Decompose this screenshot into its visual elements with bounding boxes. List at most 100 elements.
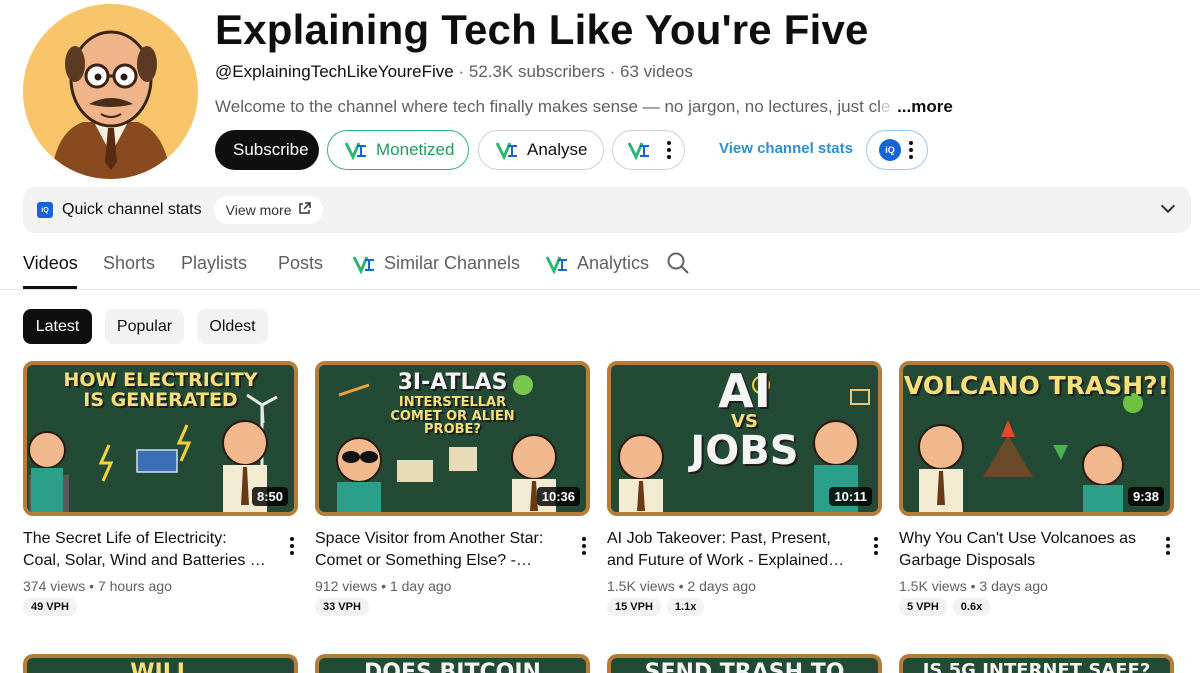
filter-latest[interactable]: Latest [23,309,92,344]
vidiq-logo-icon [352,254,376,275]
vidiq-iq-icon: iQ [879,139,901,161]
vidiq-logo-icon [495,140,519,161]
video-thumbnail-partial[interactable]: WILL [23,654,298,673]
video-age: 1 day ago [389,578,452,594]
video-title[interactable]: AI Job Takeover: Past, Present, and Futu… [607,528,852,572]
kebab-menu-icon [909,141,913,159]
video-kebab-menu-icon[interactable] [576,535,592,557]
video-duration: 9:38 [1127,487,1164,506]
vph-badge: 5 VPH [899,598,947,616]
video-title[interactable]: The Secret Life of Electricity: Coal, So… [23,528,268,572]
quick-stats-title: Quick channel stats [62,201,202,218]
monetized-button[interactable]: Monetized [327,130,469,170]
video-views: 912 views [315,578,378,594]
channel-handle[interactable]: @ExplainingTechLikeYoureFive [215,62,454,81]
view-channel-stats-link[interactable]: View channel stats [719,140,853,157]
kebab-menu-icon [667,141,671,159]
vph-badge: 33 VPH [315,598,369,616]
subscriber-count: 52.3K subscribers [468,62,605,81]
tab-videos[interactable]: Videos [23,253,78,274]
vidiq-iq-icon: iQ [37,202,53,218]
video-age: 7 hours ago [97,578,172,594]
subscribe-label: Subscribe [233,140,309,159]
description-faded-text: e [880,97,891,116]
meta-separator: · [458,62,469,81]
video-badges: 49 VPH [23,598,298,616]
filter-oldest[interactable]: Oldest [197,309,268,344]
channel-title: Explaining Tech Like You're Five [215,6,869,53]
video-title[interactable]: Why You Can't Use Volcanoes as Garbage D… [899,528,1144,572]
video-stats: 1.5K views • 2 days ago [607,578,756,594]
thumbnail-caption: DOES BITCOIN [364,660,541,673]
video-kebab-menu-icon[interactable] [284,535,300,557]
tab-posts[interactable]: Posts [278,253,323,274]
video-kebab-menu-icon[interactable] [1160,535,1176,557]
vidiq-logo-icon [344,140,368,161]
video-age: 3 days ago [979,578,1048,594]
view-more-button[interactable]: View more [213,196,323,224]
video-views: 1.5K views [607,578,675,594]
thumbnail-caption: HOW ELECTRICITY IS GENERATED [63,369,258,411]
analyse-button[interactable]: Analyse [478,130,604,170]
video-views: 374 views [23,578,86,594]
vidiq-logo-icon [627,140,651,161]
search-icon[interactable] [667,252,689,274]
outlier-badge: 1.1x [666,598,705,616]
video-badges: 5 VPH 0.6x [899,598,1174,616]
channel-avatar[interactable] [23,4,198,179]
meta-separator: · [609,62,621,81]
video-stats: 912 views • 1 day ago [315,578,452,594]
monetized-label: Monetized [376,140,455,159]
channel-description[interactable]: Welcome to the channel where tech finall… [215,97,953,117]
view-more-label: View more [225,202,292,218]
tab-shorts[interactable]: Shorts [103,253,155,274]
video-thumbnail-partial[interactable]: SEND TRASH TO [607,654,882,673]
external-link-icon [298,202,311,218]
vidiq-more-button[interactable] [612,130,685,170]
vidiq-logo-icon [545,254,569,275]
video-thumbnail-partial[interactable]: DOES BITCOIN [315,654,590,673]
video-thumbnail[interactable]: HOW ELECTRICITY IS GENERATED 8:50 [23,361,298,516]
video-badges: 33 VPH [315,598,590,616]
more-link[interactable]: ...more [897,97,953,116]
video-title[interactable]: Space Visitor from Another Star: Comet o… [315,528,560,572]
thumbnail-caption: AI VS JOBS [690,364,799,475]
tabs-divider [0,289,1200,290]
tab-analytics[interactable]: Analytics [545,253,650,275]
filter-popular[interactable]: Popular [105,309,184,344]
vph-badge: 49 VPH [23,598,77,616]
quick-channel-stats-bar[interactable]: iQ Quick channel stats View more [23,187,1191,233]
video-thumbnail[interactable]: VOLCANO TRASH?! 9:38 [899,361,1174,516]
video-thumbnail[interactable]: 3I-ATLAS INTERSTELLAR COMET OR ALIEN PRO… [315,361,590,516]
video-stats: 374 views • 7 hours ago [23,578,172,594]
video-card[interactable]: HOW ELECTRICITY IS GENERATED 8:50 The Se… [23,361,298,616]
chevron-down-icon[interactable] [1160,198,1176,214]
channel-tabs: Videos Shorts Playlists Posts Similar Ch… [23,250,1200,290]
video-duration: 10:11 [829,487,872,506]
vidiq-iq-menu-button[interactable]: iQ [866,130,928,170]
video-card[interactable]: VOLCANO TRASH?! 9:38 Why You Can't Use V… [899,361,1174,616]
video-card[interactable]: AI VS JOBS 10:11 AI Job Takeover: Past, … [607,361,882,616]
thumbnail-caption: VOLCANO TRASH?! [903,371,1170,400]
video-duration: 8:50 [251,487,288,506]
video-views: 1.5K views [899,578,967,594]
video-stats: 1.5K views • 3 days ago [899,578,1048,594]
tab-similar-channels[interactable]: Similar Channels [352,253,521,275]
video-badges: 15 VPH 1.1x [607,598,882,616]
outlier-badge: 0.6x [952,598,991,616]
video-thumbnail-partial[interactable]: IS 5G INTERNET SAFE? [899,654,1174,673]
video-card[interactable]: 3I-ATLAS INTERSTELLAR COMET OR ALIEN PRO… [315,361,590,616]
tab-analytics-label: Analytics [577,253,650,273]
thumbnail-caption: IS 5G INTERNET SAFE? [922,660,1151,673]
video-duration: 10:36 [536,487,580,506]
tab-similar-channels-label: Similar Channels [384,253,521,273]
video-kebab-menu-icon[interactable] [868,535,884,557]
subscribe-button[interactable]: Subscribe [215,130,319,170]
video-thumbnail[interactable]: AI VS JOBS 10:11 [607,361,882,516]
thumbnail-caption: SEND TRASH TO [644,660,845,673]
tab-playlists[interactable]: Playlists [181,253,247,274]
video-age: 2 days ago [687,578,756,594]
video-count: 63 videos [620,62,693,81]
professor-avatar-illustration [23,4,198,179]
thumbnail-caption: 3I-ATLAS INTERSTELLAR COMET OR ALIEN PRO… [390,370,515,438]
